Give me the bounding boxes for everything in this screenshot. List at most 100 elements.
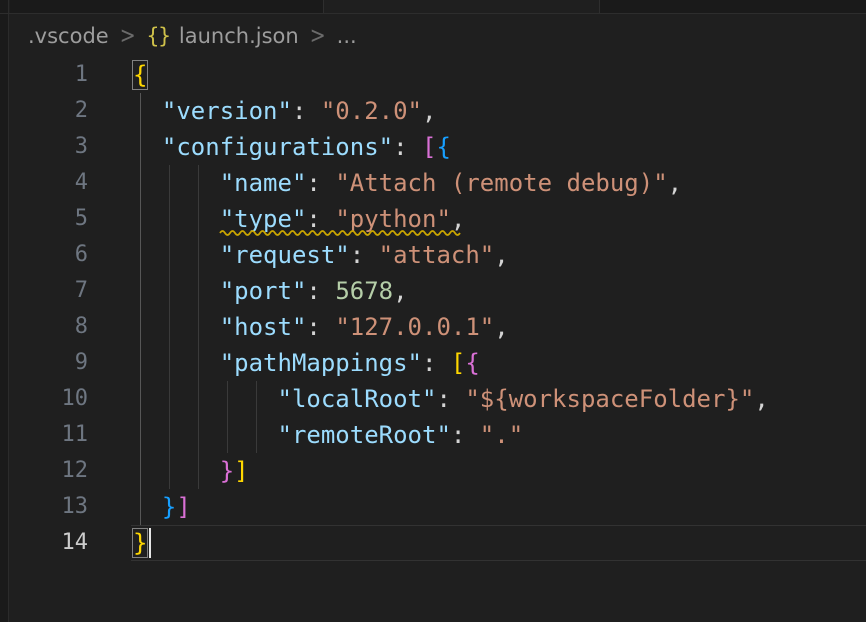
editor[interactable]: 1{2 "version": "0.2.0",3 "configurations… <box>10 57 866 622</box>
token: "127.0.0.1" <box>335 313 494 341</box>
token: "attach" <box>379 241 495 269</box>
tab-active[interactable] <box>323 0 599 13</box>
current-line-highlight <box>131 560 866 561</box>
code-text: "port": 5678, <box>133 273 408 309</box>
bracket-match-box: } <box>133 529 147 557</box>
token: "0.2.0" <box>321 97 422 125</box>
token: , <box>422 97 436 125</box>
token: , <box>393 277 407 305</box>
code-text: "name": "Attach (remote debug)", <box>133 165 682 201</box>
token: : <box>292 97 321 125</box>
token: } <box>162 493 176 521</box>
line-number[interactable]: 5 <box>10 201 88 237</box>
line-number[interactable]: 4 <box>10 165 88 201</box>
line-number[interactable]: 8 <box>10 309 88 345</box>
token: { <box>465 349 479 377</box>
code-line[interactable]: 5 "type": "python", <box>10 201 866 237</box>
code-text: "request": "attach", <box>133 237 509 273</box>
line-number[interactable]: 1 <box>10 57 88 93</box>
token: , <box>494 241 508 269</box>
token: 5678 <box>335 277 393 305</box>
token: { <box>436 133 450 161</box>
token: : <box>306 169 335 197</box>
json-file-icon: {} <box>147 24 170 48</box>
current-line-highlight <box>131 525 866 526</box>
code-line[interactable]: 1{ <box>10 57 866 93</box>
code-line[interactable]: 9 "pathMappings": [{ <box>10 345 866 381</box>
code-line[interactable]: 7 "port": 5678, <box>10 273 866 309</box>
code-line[interactable]: 13 }] <box>10 489 866 525</box>
code-line[interactable]: 4 "name": "Attach (remote debug)", <box>10 165 866 201</box>
line-number[interactable]: 3 <box>10 129 88 165</box>
code-text: "remoteRoot": "." <box>133 417 523 453</box>
breadcrumb: .vscode > {} launch.json > ... <box>10 14 866 57</box>
line-number[interactable]: 9 <box>10 345 88 381</box>
code-text: "configurations": [{ <box>133 129 451 165</box>
code-text: "host": "127.0.0.1", <box>133 309 509 345</box>
code-line[interactable]: 3 "configurations": [{ <box>10 129 866 165</box>
code-text: }] <box>133 489 191 525</box>
token: } <box>220 457 234 485</box>
code-line[interactable]: 6 "request": "attach", <box>10 237 866 273</box>
token: , <box>754 385 768 413</box>
token: "request" <box>220 241 350 269</box>
token: : <box>350 241 379 269</box>
sidebar-edge <box>0 0 9 622</box>
token: "name" <box>220 169 307 197</box>
code-line[interactable]: 8 "host": "127.0.0.1", <box>10 309 866 345</box>
token: "configurations" <box>162 133 393 161</box>
breadcrumb-symbol-ellipsis[interactable]: ... <box>337 24 357 48</box>
text-cursor <box>149 528 151 558</box>
bracket-match-box: { <box>133 61 147 89</box>
token: : <box>436 385 465 413</box>
token: , <box>494 313 508 341</box>
token: ] <box>176 493 190 521</box>
code-text: "localRoot": "${workspaceFolder}", <box>133 381 769 417</box>
token: : <box>422 349 451 377</box>
tab-separator <box>323 0 324 13</box>
code-line[interactable]: 2 "version": "0.2.0", <box>10 93 866 129</box>
chevron-right-icon: > <box>120 22 136 48</box>
line-number[interactable]: 14 <box>10 525 88 561</box>
line-number[interactable]: 7 <box>10 273 88 309</box>
line-number[interactable]: 6 <box>10 237 88 273</box>
token: : <box>306 277 335 305</box>
warning-squiggle <box>220 229 451 236</box>
token: : <box>451 421 480 449</box>
tab-separator <box>599 0 600 13</box>
token: "." <box>480 421 523 449</box>
token: , <box>668 169 682 197</box>
token: : <box>306 313 335 341</box>
code-line[interactable]: 14} <box>10 525 866 561</box>
token: ] <box>234 457 248 485</box>
breadcrumb-file[interactable]: launch.json <box>179 24 299 48</box>
token: [ <box>422 133 436 161</box>
token: "remoteRoot" <box>278 421 451 449</box>
token: "port" <box>220 277 307 305</box>
tab-bar <box>10 0 866 13</box>
token: : <box>393 133 422 161</box>
token: [ <box>451 349 465 377</box>
line-number[interactable]: 12 <box>10 453 88 489</box>
token: "localRoot" <box>278 385 437 413</box>
chevron-right-icon: > <box>310 22 326 48</box>
token: "host" <box>220 313 307 341</box>
token: "Attach (remote debug)" <box>335 169 667 197</box>
code-text: } <box>133 525 147 561</box>
token: "${workspaceFolder}" <box>465 385 754 413</box>
code-line[interactable]: 12 }] <box>10 453 866 489</box>
code-text: "pathMappings": [{ <box>133 345 480 381</box>
token: "version" <box>162 97 292 125</box>
line-number[interactable]: 2 <box>10 93 88 129</box>
code-text: { <box>133 57 147 93</box>
token: "pathMappings" <box>220 349 422 377</box>
line-number[interactable]: 13 <box>10 489 88 525</box>
line-number[interactable]: 11 <box>10 417 88 453</box>
breadcrumb-folder[interactable]: .vscode <box>28 24 109 48</box>
line-number[interactable]: 10 <box>10 381 88 417</box>
code-line[interactable]: 10 "localRoot": "${workspaceFolder}", <box>10 381 866 417</box>
token: , <box>451 205 465 233</box>
code-text: }] <box>133 453 249 489</box>
code-text: "version": "0.2.0", <box>133 93 436 129</box>
code-line[interactable]: 11 "remoteRoot": "." <box>10 417 866 453</box>
